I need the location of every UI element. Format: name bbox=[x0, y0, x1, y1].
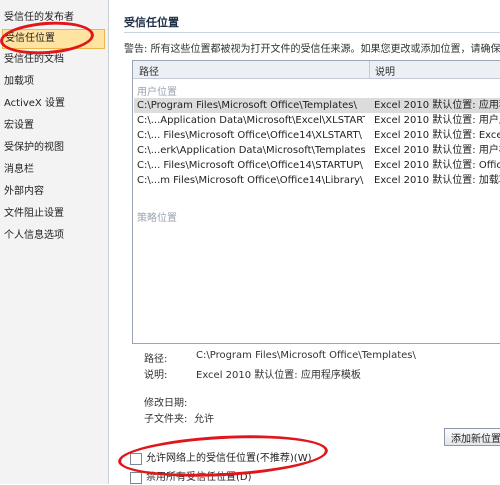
detail-description-value: Excel 2010 默认位置: 应用程序模板 bbox=[196, 370, 361, 381]
detail-subfolders-label: 子文件夹: bbox=[144, 414, 188, 425]
sidebar-item-file-block-settings[interactable]: 文件阻止设置 bbox=[4, 205, 64, 223]
row-path: C:\...erk\Application Data\Microsoft\Tem… bbox=[137, 145, 365, 156]
row-path: C:\...m Files\Microsoft Office\Office14\… bbox=[137, 175, 364, 186]
sidebar-item-activex-settings[interactable]: ActiveX 设置 bbox=[4, 95, 65, 113]
add-new-location-button[interactable]: 添加新位置 bbox=[444, 428, 500, 446]
warning-text: 警告: 所有这些位置都被视为打开文件的受信任来源。如果您更改或添加位置，请确保 bbox=[124, 44, 500, 55]
row-path: C:\...Application Data\Microsoft\Excel\X… bbox=[137, 115, 365, 126]
sidebar-item-trusted-documents[interactable]: 受信任的文档 bbox=[4, 51, 64, 69]
group-label-user-locations: 用户位置 bbox=[137, 87, 177, 98]
list-header: 路径 说明 bbox=[133, 61, 500, 79]
group-label-policy-locations: 策略位置 bbox=[137, 213, 177, 224]
detail-path-value: C:\Program Files\Microsoft Office\Templa… bbox=[196, 350, 416, 361]
detail-path-label: 路径: bbox=[144, 354, 168, 365]
disable-all-checkbox[interactable] bbox=[130, 472, 142, 484]
sidebar-item-trusted-locations[interactable]: 受信任位置 bbox=[2, 29, 105, 49]
detail-modified-label: 修改日期: bbox=[144, 398, 188, 409]
detail-subfolders-value: 允许 bbox=[194, 414, 214, 425]
list-row[interactable]: C:\...m Files\Microsoft Office\Office14\… bbox=[134, 173, 500, 188]
list-row[interactable]: C:\Program Files\Microsoft Office\Templa… bbox=[134, 98, 500, 113]
allow-network-checkbox[interactable] bbox=[130, 453, 142, 465]
trusted-locations-panel: 受信任位置 警告: 所有这些位置都被视为打开文件的受信任来源。如果您更改或添加位… bbox=[110, 0, 500, 484]
row-description: Excel 2010 默认位置: 应用程 bbox=[374, 100, 500, 111]
section-divider bbox=[124, 32, 500, 33]
column-header-description[interactable]: 说明 bbox=[375, 63, 395, 78]
disable-all-label[interactable]: 禁用所有受信任位置(D) bbox=[146, 471, 252, 485]
column-separator[interactable] bbox=[369, 61, 370, 78]
sidebar: 受信任的发布者 受信任位置 受信任的文档 加载项 ActiveX 设置 宏设置 … bbox=[0, 0, 109, 484]
column-header-path[interactable]: 路径 bbox=[139, 63, 159, 78]
row-description: Excel 2010 默认位置: Office bbox=[374, 160, 500, 171]
detail-description-label: 说明: bbox=[144, 370, 168, 381]
row-path: C:\Program Files\Microsoft Office\Templa… bbox=[137, 100, 357, 111]
sidebar-item-add-ins[interactable]: 加载项 bbox=[4, 73, 34, 91]
row-path: C:\... Files\Microsoft Office\Office14\X… bbox=[137, 130, 362, 141]
list-row[interactable]: C:\...erk\Application Data\Microsoft\Tem… bbox=[134, 143, 500, 158]
list-row[interactable]: C:\...Application Data\Microsoft\Excel\X… bbox=[134, 113, 500, 128]
list-row[interactable]: C:\... Files\Microsoft Office\Office14\X… bbox=[134, 128, 500, 143]
sidebar-item-external-content[interactable]: 外部内容 bbox=[4, 183, 44, 201]
trusted-locations-list[interactable]: 路径 说明 用户位置 C:\Program Files\Microsoft Of… bbox=[132, 60, 500, 344]
row-description: Excel 2010 默认位置: 用户启 bbox=[374, 115, 500, 126]
sidebar-item-message-bar[interactable]: 消息栏 bbox=[4, 161, 34, 179]
row-description: Excel 2010 默认位置: Excel 启 bbox=[374, 130, 500, 141]
list-row[interactable]: C:\... Files\Microsoft Office\Office14\S… bbox=[134, 158, 500, 173]
sidebar-item-trusted-publishers[interactable]: 受信任的发布者 bbox=[4, 9, 74, 27]
row-description: Excel 2010 默认位置: 加载项 bbox=[374, 175, 500, 186]
allow-network-label[interactable]: 允许网络上的受信任位置(不推荐)(W) bbox=[146, 452, 312, 466]
sidebar-item-macro-settings[interactable]: 宏设置 bbox=[4, 117, 34, 135]
sidebar-item-protected-view[interactable]: 受保护的视图 bbox=[4, 139, 64, 157]
row-description: Excel 2010 默认位置: 用户模 bbox=[374, 145, 500, 156]
section-title: 受信任位置 bbox=[124, 16, 179, 29]
sidebar-item-privacy-options[interactable]: 个人信息选项 bbox=[4, 227, 64, 245]
row-path: C:\... Files\Microsoft Office\Office14\S… bbox=[137, 160, 363, 171]
